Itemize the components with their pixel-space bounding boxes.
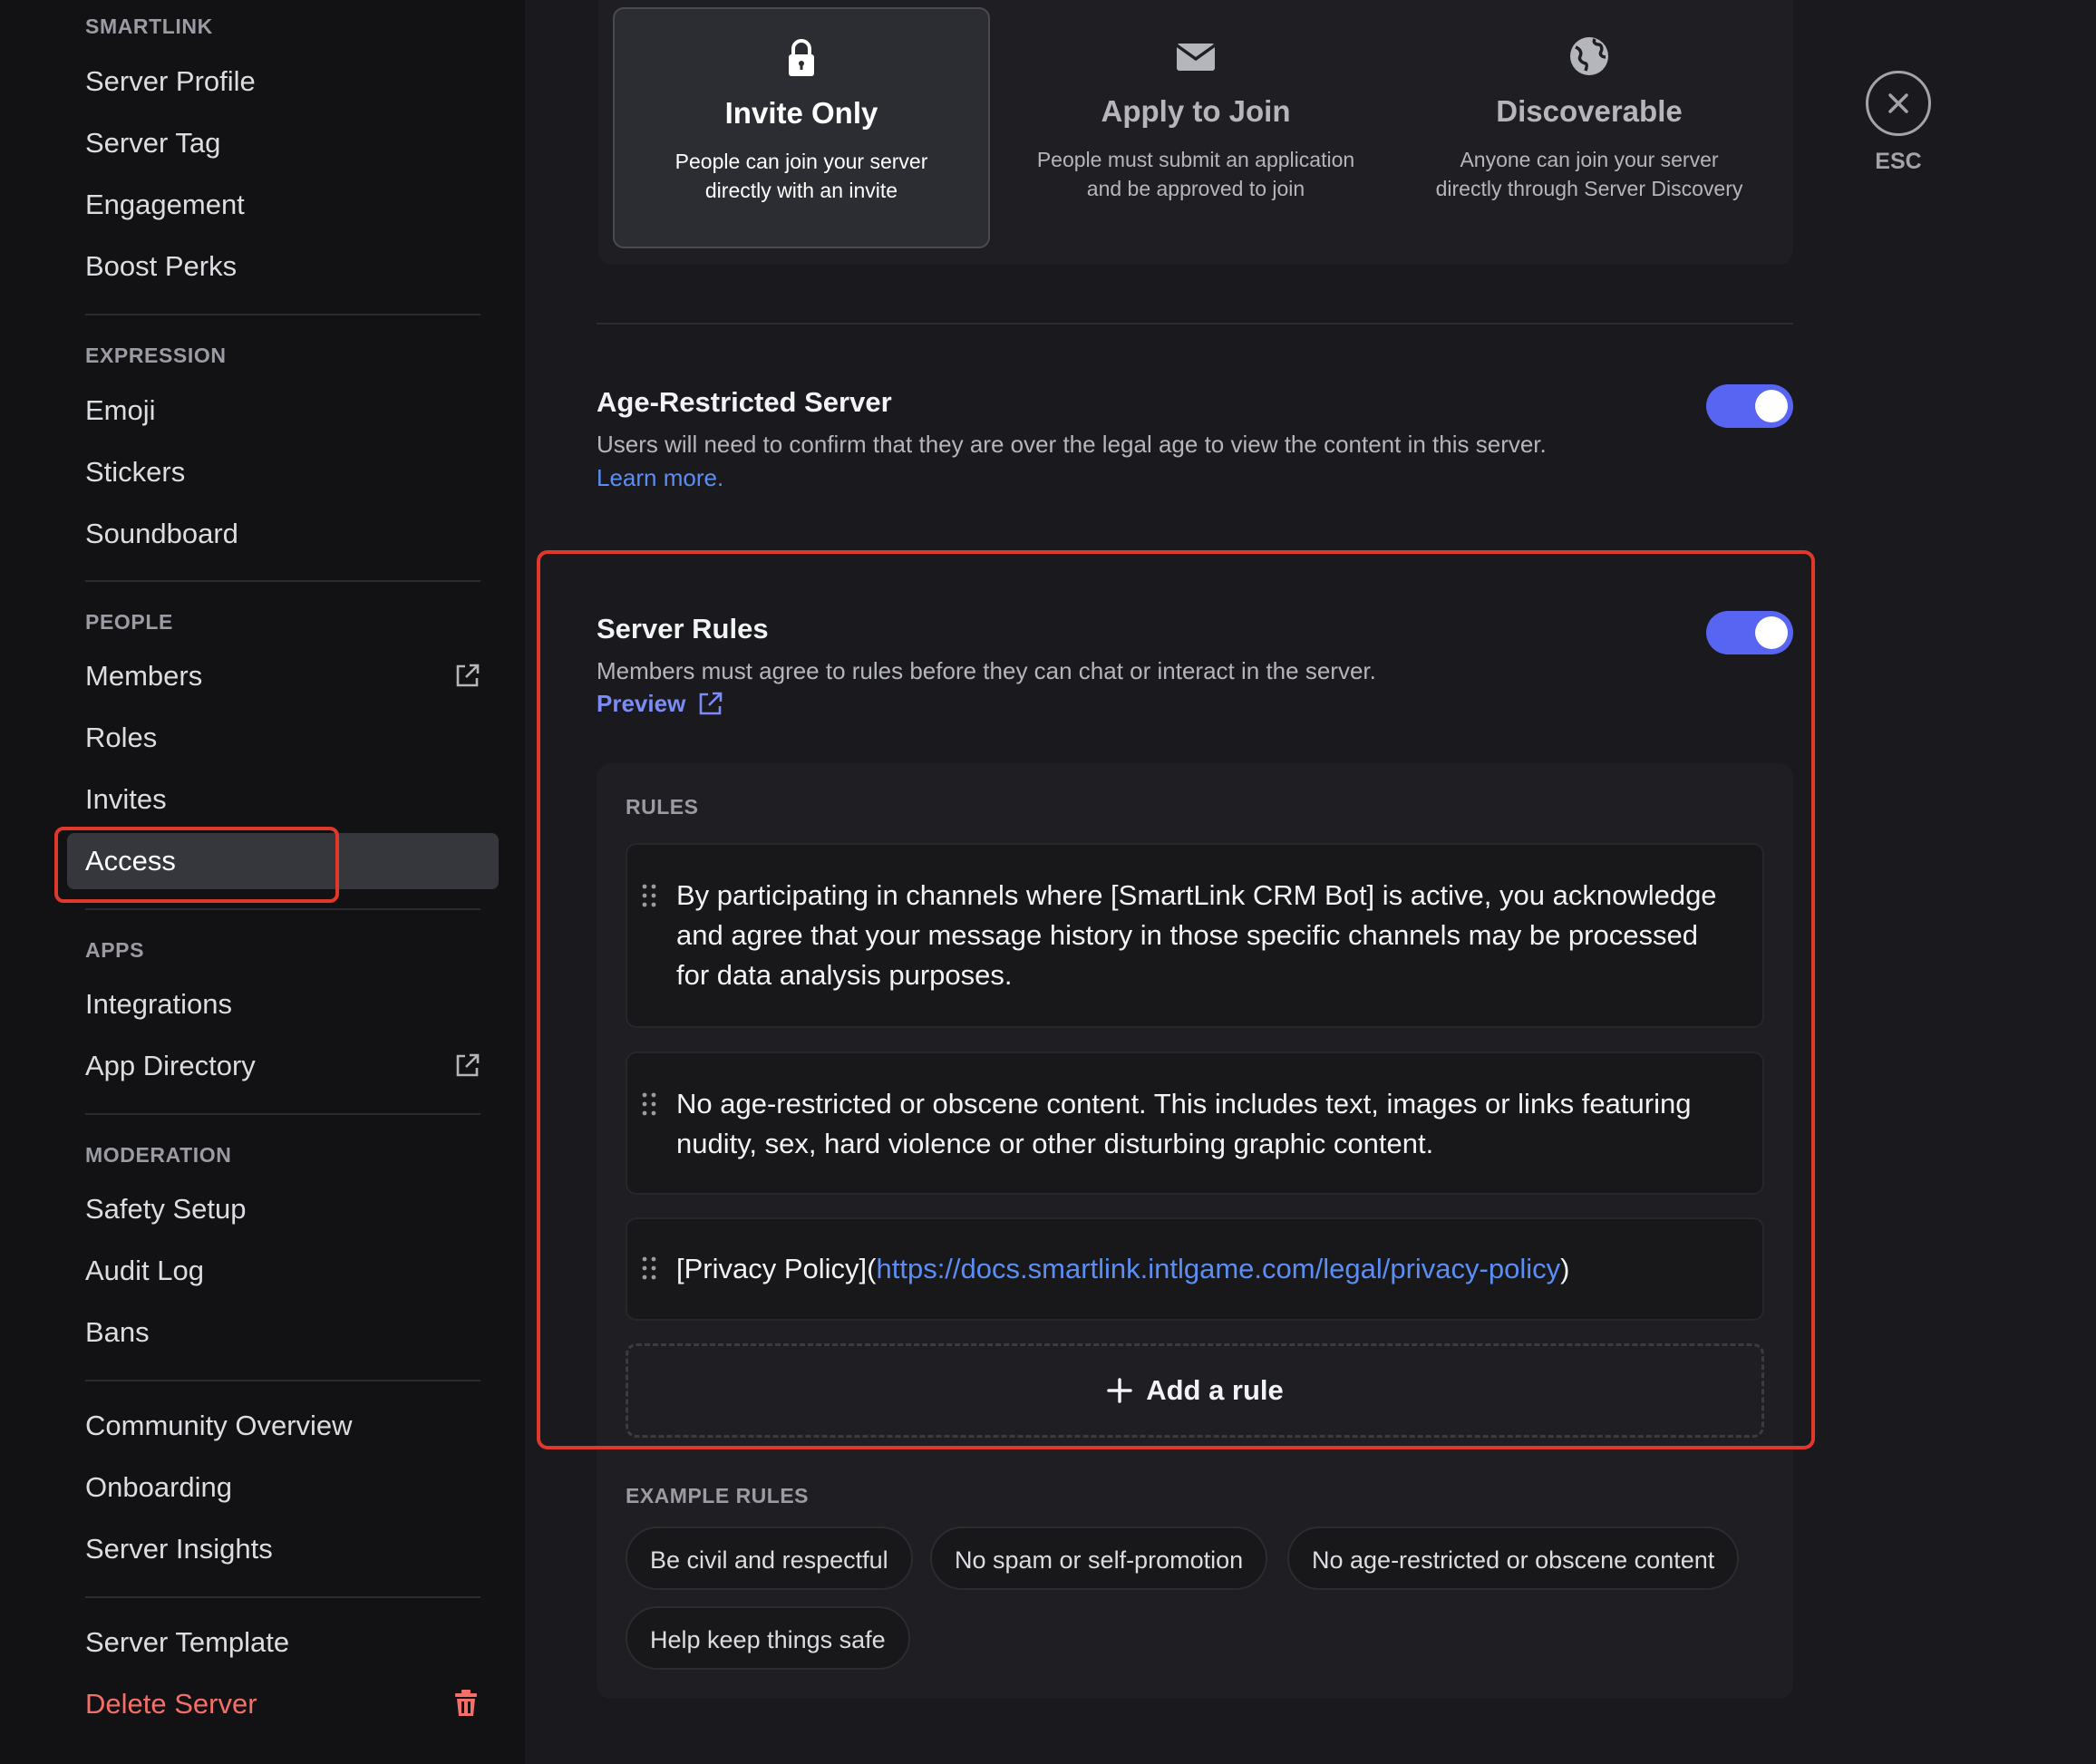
sidebar-item-server-template[interactable]: Server Template [85,1618,289,1667]
access-option-apply-to-join[interactable]: Apply to Join People must submit an appl… [1007,7,1384,248]
external-link-icon [456,664,480,687]
sidebar-item-safety-setup[interactable]: Safety Setup [85,1185,247,1234]
age-restricted-description: Users will need to confirm that they are… [597,431,1547,458]
sidebar-divider [85,1596,480,1598]
sidebar-divider [85,908,480,910]
sidebar-item-community-overview[interactable]: Community Overview [85,1401,353,1450]
option-title: Apply to Join [1101,94,1291,128]
sidebar-item-integrations[interactable]: Integrations [85,980,232,1029]
sidebar-item-soundboard[interactable]: Soundboard [85,509,238,558]
sidebar-item-server-tag[interactable]: Server Tag [85,119,220,168]
sidebar-item-stickers[interactable]: Stickers [85,448,185,497]
example-rule-chip[interactable]: No spam or self-promotion [930,1527,1268,1590]
section-header-people: PEOPLE [85,610,173,634]
option-description: People must submit an application and be… [1036,148,1355,200]
example-rules-label: EXAMPLE RULES [626,1484,810,1507]
toggle-knob [1755,390,1788,422]
age-restricted-title: Age-Restricted Server [597,386,892,418]
sidebar-item-members[interactable]: Members [85,652,202,701]
section-header-smartlink: SMARTLINK [85,15,213,38]
sidebar-item-bans[interactable]: Bans [85,1308,150,1357]
sidebar-item-audit-log[interactable]: Audit Log [85,1246,204,1295]
example-rule-chip[interactable]: No age-restricted or obscene content [1287,1527,1740,1590]
access-option-invite-only[interactable]: Invite Only People can join your server … [613,7,990,248]
option-title: Discoverable [1496,94,1683,128]
sidebar-item-app-directory[interactable]: App Directory [85,1042,256,1090]
settings-sidebar: SMARTLINK Server Profile Server Tag Enga… [0,0,525,1764]
sidebar-item-roles[interactable]: Roles [85,713,157,762]
sidebar-item-engagement[interactable]: Engagement [85,180,245,229]
close-button[interactable] [1866,71,1931,136]
sidebar-item-invites[interactable]: Invites [85,775,167,824]
sidebar-item-server-insights[interactable]: Server Insights [85,1525,273,1574]
sidebar-divider [85,580,480,582]
option-title: Invite Only [724,96,878,130]
annotation-highlight-access [54,827,339,903]
sidebar-item-server-profile[interactable]: Server Profile [85,57,256,106]
example-rule-chip[interactable]: Be civil and respectful [626,1527,913,1590]
example-rule-chip[interactable]: Help keep things safe [626,1606,910,1670]
globe-icon [1570,37,1608,75]
esc-label: ESC [1875,149,1922,174]
sidebar-item-boost-perks[interactable]: Boost Perks [85,242,237,291]
sidebar-divider [85,1380,480,1381]
section-header-moderation: MODERATION [85,1143,232,1167]
learn-more-link[interactable]: Learn more. [597,464,723,492]
close-icon [1888,93,1908,113]
section-header-apps: APPS [85,938,145,962]
access-option-discoverable[interactable]: Discoverable Anyone can join your server… [1401,7,1778,248]
option-description: Anyone can join your server directly thr… [1435,148,1743,200]
trash-icon [455,1690,477,1716]
annotation-highlight-server-rules [537,550,1815,1449]
sidebar-divider [85,314,480,315]
section-header-expression: EXPRESSION [85,344,227,367]
sidebar-item-emoji[interactable]: Emoji [85,386,156,435]
age-restricted-toggle[interactable] [1706,384,1793,428]
sidebar-item-delete-server[interactable]: Delete Server [85,1680,257,1729]
section-divider [597,323,1793,325]
external-link-icon [456,1053,480,1077]
envelope-icon [1175,44,1217,71]
sidebar-item-onboarding[interactable]: Onboarding [85,1463,232,1512]
option-description: People can join your server directly wit… [674,150,928,202]
lock-icon [789,39,814,76]
access-type-selector: Invite Only People can join your server … [598,0,1793,265]
sidebar-divider [85,1113,480,1115]
